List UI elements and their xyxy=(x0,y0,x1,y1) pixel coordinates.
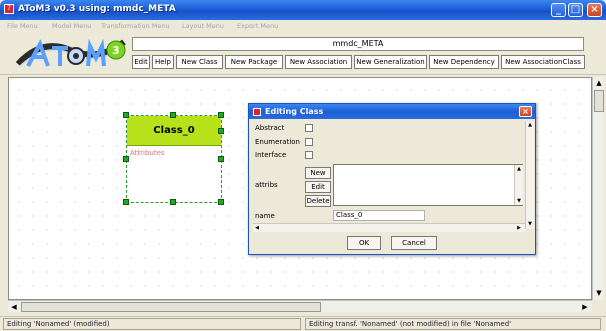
abstract-checkbox[interactable] xyxy=(305,124,313,132)
class-name: Class_0 xyxy=(127,116,221,146)
help-button[interactable]: Help xyxy=(152,55,174,69)
interface-label: Interface xyxy=(255,151,287,159)
status-bar: Editing 'Nonamed' (modified) Editing tra… xyxy=(0,316,606,331)
menu-layout[interactable]: Layout Menu xyxy=(182,22,224,30)
canvas-vertical-scrollbar[interactable]: ▲ ▼ xyxy=(592,77,604,300)
attrib-edit-button[interactable]: Edit xyxy=(305,181,331,193)
menu-transformation[interactable]: Transformation Menu xyxy=(101,22,170,30)
scroll-down-icon[interactable]: ▼ xyxy=(526,220,534,228)
dialog-titlebar: Editing Class × xyxy=(249,104,535,119)
menu-model[interactable]: Model Menu xyxy=(52,22,91,30)
resize-handle[interactable] xyxy=(170,112,176,118)
window-titlebar: 7 AToM3 v0.3 using: mmdc_META _ □ × xyxy=(0,0,606,20)
scroll-left-icon[interactable]: ◀ xyxy=(8,301,20,313)
meta-model-name: mmdc_META xyxy=(132,37,584,51)
maximize-button[interactable]: □ xyxy=(568,3,583,17)
editing-class-dialog: Editing Class × Abstract Enumeration Int… xyxy=(248,103,536,255)
canvas-horizontal-scrollbar[interactable]: ◀ ▶ xyxy=(8,300,592,312)
scroll-thumb[interactable] xyxy=(21,302,321,312)
dialog-horizontal-scrollbar[interactable]: ◀ ▶ xyxy=(253,223,525,232)
resize-handle[interactable] xyxy=(123,199,129,205)
status-transformation: Editing transf. 'Nonamed' (not modified)… xyxy=(305,318,601,330)
menu-bar: File Menu Model Menu Transformation Menu… xyxy=(0,20,606,33)
class-shape[interactable]: Class_0 Attributes xyxy=(126,115,222,203)
scroll-left-icon[interactable]: ◀ xyxy=(253,224,261,232)
scroll-up-icon[interactable]: ▲ xyxy=(515,165,523,173)
dialog-title: Editing Class xyxy=(265,107,324,116)
new-package-button[interactable]: New Package xyxy=(225,55,283,69)
new-generalization-button[interactable]: New Generalization xyxy=(354,55,427,69)
dialog-vertical-scrollbar[interactable]: ▲ ▼ xyxy=(525,121,534,229)
scroll-down-icon[interactable]: ▼ xyxy=(515,197,523,205)
resize-handle[interactable] xyxy=(218,112,224,118)
new-association-button[interactable]: New Association xyxy=(285,55,352,69)
app-icon: 7 xyxy=(4,4,14,14)
scroll-down-icon[interactable]: ▼ xyxy=(593,287,605,299)
scroll-up-icon[interactable]: ▲ xyxy=(593,77,605,89)
toolbar: 3 mmdc_META Edit Help New Class New Pack… xyxy=(0,33,606,75)
attribs-list-scrollbar[interactable]: ▲ ▼ xyxy=(514,165,523,205)
atom3-logo-icon: 3 xyxy=(15,38,126,67)
resize-handle[interactable] xyxy=(170,199,176,205)
close-button[interactable]: × xyxy=(587,3,602,17)
resize-handle[interactable] xyxy=(218,156,224,162)
attrib-new-button[interactable]: New xyxy=(305,167,331,179)
scroll-up-icon[interactable]: ▲ xyxy=(526,121,534,129)
interface-checkbox[interactable] xyxy=(305,151,313,159)
dialog-app-icon xyxy=(253,108,261,116)
resize-handle[interactable] xyxy=(123,112,129,118)
ok-button[interactable]: OK xyxy=(347,236,381,250)
minimize-button[interactable]: _ xyxy=(551,3,566,17)
enumeration-label: Enumeration xyxy=(255,138,300,146)
scroll-right-icon[interactable]: ▶ xyxy=(515,224,523,232)
menu-export[interactable]: Export Menu xyxy=(237,22,278,30)
dialog-close-button[interactable]: × xyxy=(519,106,532,117)
new-class-button[interactable]: New Class xyxy=(176,55,223,69)
abstract-label: Abstract xyxy=(255,124,285,132)
dialog-form: Abstract Enumeration Interface attribs N… xyxy=(253,121,525,229)
resize-handle[interactable] xyxy=(218,199,224,205)
window-title: AToM3 v0.3 using: mmdc_META xyxy=(18,4,176,14)
resize-handle[interactable] xyxy=(123,156,129,162)
menu-file[interactable]: File Menu xyxy=(7,22,38,30)
scroll-right-icon[interactable]: ▶ xyxy=(579,301,591,313)
svg-text:3: 3 xyxy=(112,44,120,57)
scroll-thumb[interactable] xyxy=(594,90,604,112)
resize-handle[interactable] xyxy=(218,128,224,134)
enumeration-checkbox[interactable] xyxy=(305,138,313,146)
name-label: name xyxy=(255,212,275,220)
class-attributes-label: Attributes xyxy=(130,149,165,157)
attribs-label: attribs xyxy=(255,181,278,189)
status-model: Editing 'Nonamed' (modified) xyxy=(3,318,301,330)
new-associationclass-button[interactable]: New AssociationClass xyxy=(501,55,585,69)
new-dependency-button[interactable]: New Dependency xyxy=(429,55,499,69)
cancel-button[interactable]: Cancel xyxy=(391,236,437,250)
edit-button[interactable]: Edit xyxy=(132,55,150,69)
name-input[interactable]: Class_0 xyxy=(333,210,425,221)
attrib-delete-button[interactable]: Delete xyxy=(305,195,331,207)
attribs-list[interactable]: ▲ ▼ xyxy=(333,164,523,206)
